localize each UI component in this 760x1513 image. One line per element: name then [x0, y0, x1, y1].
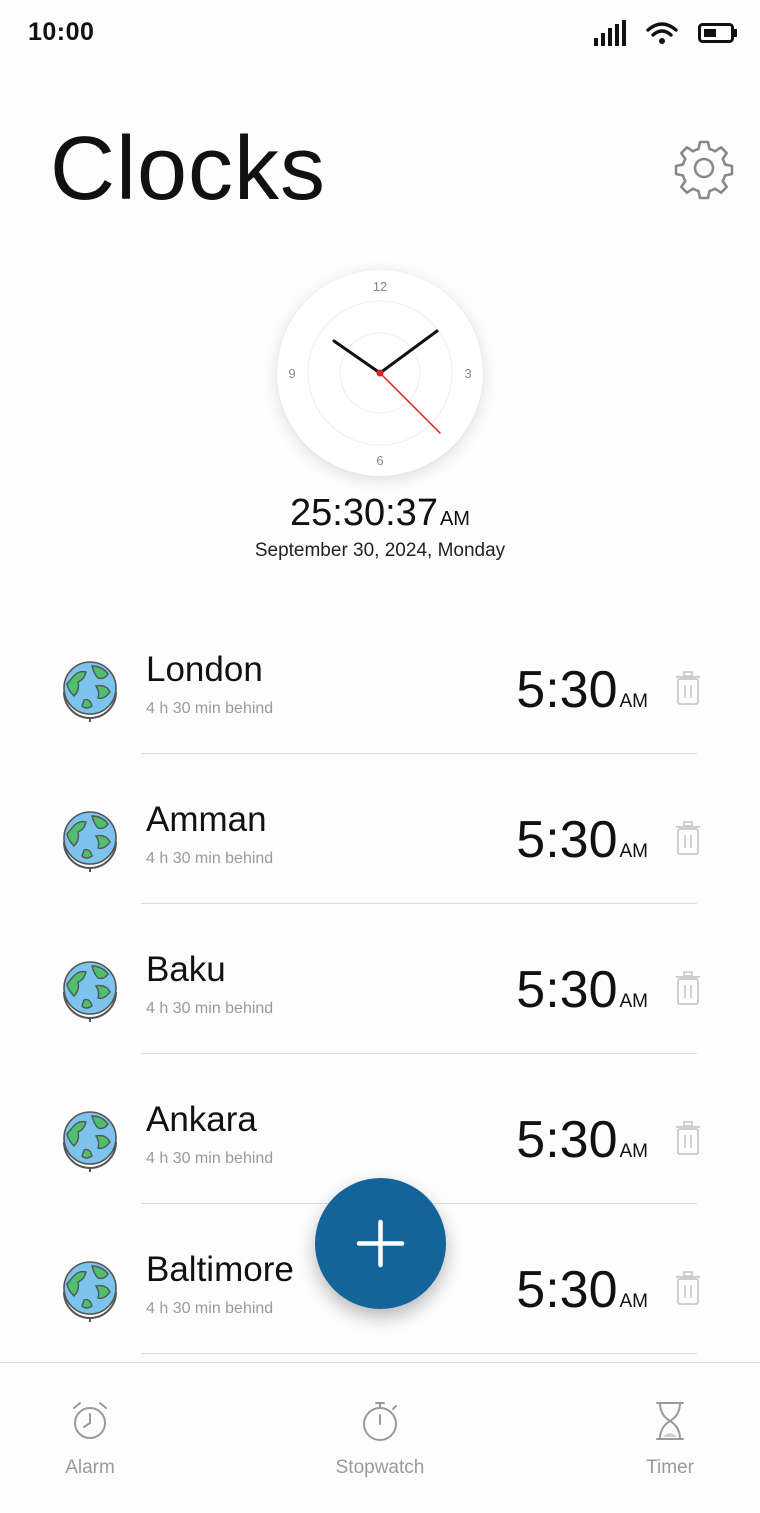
- second-hand: [379, 372, 441, 434]
- main-date: September 30, 2024, Monday: [254, 540, 506, 561]
- city-offset: 4 h 30 min behind: [146, 1000, 274, 1017]
- world-clock-row[interactable]: Amman 4 h 30 min behind 5:30 AM: [0, 754, 760, 904]
- globe-icon: [63, 1111, 117, 1172]
- city-offset: 4 h 30 min behind: [146, 1300, 274, 1317]
- city-time: 5:30 AM: [516, 1260, 648, 1320]
- world-clock-row[interactable]: London 4 h 30 min behind 5:30 AM: [0, 604, 760, 754]
- nav-timer[interactable]: Timer: [580, 1363, 760, 1513]
- dial-number-3: 3: [464, 366, 471, 381]
- dial-number-12: 12: [373, 279, 387, 294]
- city-time-ampm: AM: [619, 1291, 649, 1312]
- city-name: Amman: [146, 800, 267, 839]
- nav-label: Alarm: [65, 1457, 115, 1478]
- city-offset: 4 h 30 min behind: [146, 700, 274, 717]
- city-time: 5:30 AM: [516, 1110, 648, 1170]
- city-name: Baku: [146, 950, 226, 989]
- nav-alarm[interactable]: Alarm: [0, 1363, 180, 1513]
- trash-icon[interactable]: [674, 1120, 702, 1156]
- hour-hand: [332, 339, 382, 375]
- dial-number-9: 9: [288, 366, 295, 381]
- alarm-clock-icon: [73, 1402, 107, 1439]
- main-time-value: 25:30:37: [290, 492, 438, 534]
- dial-number-6: 6: [376, 453, 383, 468]
- hourglass-icon: [656, 1402, 684, 1440]
- signal-icon: [594, 20, 626, 46]
- city-time-value: 5:30: [516, 661, 618, 719]
- main-digital-time: 25:30:37 AM: [0, 492, 760, 535]
- globe-icon: [63, 811, 117, 872]
- status-time: 10:00: [28, 18, 95, 46]
- city-time-value: 5:30: [516, 961, 618, 1019]
- city-name: Ankara: [146, 1100, 257, 1139]
- city-time-ampm: AM: [619, 1141, 649, 1162]
- city-time-ampm: AM: [619, 991, 649, 1012]
- settings-button[interactable]: [672, 136, 736, 200]
- globe-icon: [63, 661, 117, 722]
- city-time-ampm: AM: [619, 691, 649, 712]
- gear-icon: [674, 140, 734, 200]
- main-time-ampm: AM: [439, 508, 470, 530]
- page-title: Clocks: [50, 119, 327, 219]
- status-icons: [594, 20, 738, 46]
- city-offset: 4 h 30 min behind: [146, 1150, 274, 1167]
- city-time-ampm: AM: [619, 841, 649, 862]
- nav-label: Timer: [646, 1457, 694, 1478]
- trash-icon[interactable]: [674, 970, 702, 1006]
- battery-icon: [698, 22, 738, 44]
- stopwatch-icon: [363, 1402, 397, 1441]
- nav-stopwatch[interactable]: Stopwatch: [290, 1363, 470, 1513]
- city-name: London: [146, 650, 263, 689]
- trash-icon[interactable]: [674, 670, 702, 706]
- add-city-button[interactable]: [315, 1178, 446, 1309]
- wifi-icon: [646, 21, 678, 45]
- minute-hand: [378, 329, 439, 375]
- analog-clock: 12 3 6 9: [277, 270, 483, 476]
- trash-icon[interactable]: [674, 820, 702, 856]
- city-name: Baltimore: [146, 1250, 294, 1289]
- bottom-nav: Alarm Stopwatch Timer: [0, 1362, 760, 1513]
- city-time: 5:30 AM: [516, 660, 648, 720]
- status-bar: 10:00: [0, 0, 760, 66]
- city-time-value: 5:30: [516, 811, 618, 869]
- world-clock-row[interactable]: Baku 4 h 30 min behind 5:30 AM: [0, 904, 760, 1054]
- nav-label: Stopwatch: [335, 1457, 425, 1478]
- city-time: 5:30 AM: [516, 960, 648, 1020]
- trash-icon[interactable]: [674, 1270, 702, 1306]
- globe-icon: [63, 961, 117, 1022]
- city-time-value: 5:30: [516, 1111, 618, 1169]
- row-divider: [141, 1353, 697, 1354]
- city-offset: 4 h 30 min behind: [146, 850, 274, 867]
- city-time: 5:30 AM: [516, 810, 648, 870]
- city-time-value: 5:30: [516, 1261, 618, 1319]
- plus-icon: [356, 1219, 405, 1268]
- globe-icon: [63, 1261, 117, 1322]
